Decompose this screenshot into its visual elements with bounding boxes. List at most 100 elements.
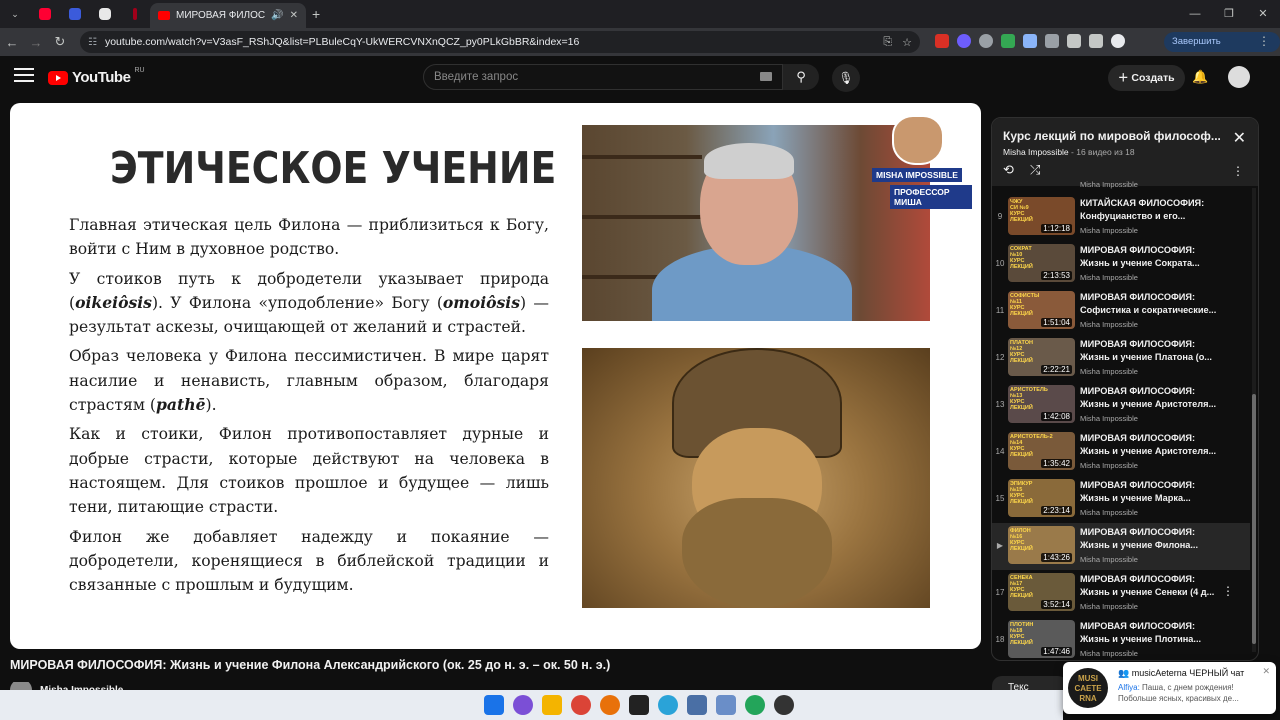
- cartoon-portrait-icon: [892, 115, 944, 165]
- voice-search-button[interactable]: 🎙: [832, 64, 860, 92]
- maximize-icon[interactable]: ❐: [1212, 0, 1246, 28]
- logo-text: YouTube: [72, 69, 131, 86]
- app-icon[interactable]: [629, 695, 649, 715]
- item-menu-icon[interactable]: ⋮: [1222, 584, 1234, 598]
- minimize-icon[interactable]: —: [1178, 0, 1212, 28]
- list-item[interactable]: 12 ПЛАТОН №12 КУРС ЛЕКЦИЙ 2:22:21 МИРОВАЯ…: [992, 335, 1250, 382]
- bookmark-star-icon[interactable]: ☆: [902, 36, 912, 49]
- list-item-title: МИРОВАЯ ФИЛОСОФИЯ: Жизнь и учение Аристо…: [1080, 433, 1217, 456]
- keyboard-icon[interactable]: [760, 72, 772, 81]
- extension-icon[interactable]: [935, 34, 949, 48]
- url-text: youtube.com/watch?v=V3asF_RShJQ&list=PLB…: [104, 36, 580, 48]
- video-player[interactable]: ЭТИЧЕСКОЕ УЧЕНИЕ Главная этическая цель …: [10, 103, 981, 649]
- now-playing-icon: ▶: [996, 541, 1004, 550]
- list-item-current[interactable]: ▶ ФИЛОН №16 КУРС ЛЕКЦИЙ 1:43:26 МИРОВАЯ Ф…: [992, 523, 1250, 570]
- site-info-icon[interactable]: ☷: [88, 37, 97, 48]
- list-item[interactable]: 13 АРИСТОТЕЛЬ №13 КУРС ЛЕКЦИЙ 1:42:08 МИР…: [992, 382, 1250, 429]
- list-item[interactable]: 18 ПЛОТИН №18 КУРС ЛЕКЦИЙ 1:47:46 МИРОВАЯ…: [992, 617, 1250, 660]
- close-tab-icon[interactable]: ✕: [290, 10, 298, 21]
- list-item[interactable]: 15 ЭПИКУР №15 КУРС ЛЕКЦИЙ 2:23:14 МИРОВАЯ…: [992, 476, 1250, 523]
- list-item[interactable]: 11 СОФИСТЫ №11 КУРС ЛЕКЦИЙ 1:51:04 МИРОВА…: [992, 288, 1250, 335]
- thumbnail-label: ПЛАТОН №12 КУРС ЛЕКЦИЙ: [1010, 340, 1033, 364]
- search-button[interactable]: ⚲: [783, 64, 819, 90]
- start-icon[interactable]: [484, 695, 504, 715]
- playlist-title[interactable]: Курс лекций по мировой философ...: [1003, 129, 1225, 143]
- tab-youtube-1[interactable]: [30, 0, 60, 28]
- close-icon[interactable]: ✕: [1262, 666, 1270, 677]
- speaker-icon[interactable]: 🔊: [271, 10, 283, 21]
- extension-icon[interactable]: [1023, 34, 1037, 48]
- chrome-icon[interactable]: [571, 695, 591, 715]
- reload-icon[interactable]: ↻: [48, 34, 72, 50]
- menu-icon[interactable]: [14, 68, 34, 86]
- list-item-index: 15: [995, 494, 1005, 503]
- duration-badge: 1:51:04: [1041, 318, 1072, 327]
- list-item-title: МИРОВАЯ ФИЛОСОФИЯ: Жизнь и учение Марка.…: [1080, 480, 1196, 503]
- profile-icon[interactable]: [1111, 34, 1125, 48]
- puzzle-icon[interactable]: [1067, 34, 1081, 48]
- playlist-channel[interactable]: Misha Impossible: [1003, 147, 1069, 157]
- app-icon[interactable]: [745, 695, 765, 715]
- telegram-icon[interactable]: [658, 695, 678, 715]
- list-item[interactable]: 9 ЧЖУ СИ №9 КУРС ЛЕКЦИЙ 1:12:18 КИТАЙСКАЯ…: [992, 194, 1250, 241]
- extension-icon[interactable]: [979, 34, 993, 48]
- thumbnail-label: ЧЖУ СИ №9 КУРС ЛЕКЦИЙ: [1010, 199, 1033, 223]
- tab-instagram[interactable]: [90, 0, 120, 28]
- search-input[interactable]: Введите запрос: [423, 64, 783, 90]
- list-item-index: 9: [997, 212, 1003, 221]
- video-title: МИРОВАЯ ФИЛОСОФИЯ: Жизнь и учение Филона…: [10, 658, 611, 672]
- tab-youtube-2[interactable]: [120, 0, 150, 28]
- back-icon[interactable]: ←: [0, 35, 24, 50]
- youtube-logo[interactable]: YouTube RU: [48, 67, 145, 86]
- app-icon[interactable]: [774, 695, 794, 715]
- tab-title: МИРОВАЯ ФИЛОСОФИЯ:: [176, 10, 265, 21]
- extension-icon[interactable]: [957, 34, 971, 48]
- list-item-title: МИРОВАЯ ФИЛОСОФИЯ: Жизнь и учение Сократ…: [1080, 245, 1200, 268]
- badge-line-1: MISHA IMPOSSIBLE: [872, 168, 962, 182]
- list-item[interactable]: 10 СОКРАТ №10 КУРС ЛЕКЦИЙ 2:13:53 МИРОВАЯ…: [992, 241, 1250, 288]
- close-icon[interactable]: ✕: [1233, 128, 1246, 148]
- engraving-beard: [682, 498, 832, 608]
- playlist-scrollbar[interactable]: [1252, 188, 1256, 652]
- list-item-channel: Misha Impossible: [1080, 226, 1138, 235]
- app-icon[interactable]: [687, 695, 707, 715]
- slide-term: oikeiôsis: [75, 292, 152, 312]
- list-item-channel: Misha Impossible: [1080, 649, 1138, 658]
- thumbnail-label: СЕНЕКА №17 КУРС ЛЕКЦИЙ: [1010, 575, 1033, 599]
- list-item[interactable]: 17 СЕНЕКА №17 КУРС ЛЕКЦИЙ 3:52:14 МИРОВАЯ…: [992, 570, 1250, 617]
- list-item-thumbnail: СОФИСТЫ №11 КУРС ЛЕКЦИЙ 1:51:04: [1008, 291, 1075, 329]
- notification-toast[interactable]: MUSI CAETE RNA 👥 musicAeterna ЧЕРНЫЙ чат…: [1063, 662, 1276, 714]
- close-window-icon[interactable]: ✕: [1246, 0, 1280, 28]
- thumbnail-label: СОФИСТЫ №11 КУРС ЛЕКЦИЙ: [1010, 293, 1040, 317]
- address-bar[interactable]: ☷ youtube.com/watch?v=V3asF_RShJQ&list=P…: [80, 31, 920, 53]
- more-options-icon[interactable]: ⋮: [1232, 164, 1244, 178]
- app-icon[interactable]: [716, 695, 736, 715]
- new-tab-button[interactable]: +: [312, 6, 320, 22]
- tab-extension[interactable]: [60, 0, 90, 28]
- extension-icon[interactable]: [1045, 34, 1059, 48]
- forward-icon[interactable]: →: [24, 35, 48, 50]
- tab-active[interactable]: МИРОВАЯ ФИЛОСОФИЯ: 🔊 ✕: [150, 3, 306, 28]
- list-item[interactable]: 14 АРИСТОТЕЛЬ-2 №14 КУРС ЛЕКЦИЙ 1:35:42 М…: [992, 429, 1250, 476]
- list-item-index: 11: [995, 306, 1005, 315]
- media-icon[interactable]: [1089, 34, 1103, 48]
- create-button[interactable]: ＋ Создать: [1108, 65, 1185, 91]
- install-app-icon[interactable]: ⎘: [883, 36, 892, 49]
- duration-badge: 2:13:53: [1041, 271, 1072, 280]
- philo-engraving-image: [582, 348, 930, 608]
- loop-icon[interactable]: ⟲: [1003, 162, 1014, 178]
- folder-icon[interactable]: [542, 695, 562, 715]
- list-item-index: 18: [995, 635, 1005, 644]
- browser-menu-icon[interactable]: ⋮: [1258, 34, 1270, 48]
- browser-icon[interactable]: [600, 695, 620, 715]
- notifications-bell-icon[interactable]: 🔔: [1192, 69, 1208, 85]
- scrollbar-thumb[interactable]: [1252, 394, 1256, 644]
- account-avatar[interactable]: [1228, 66, 1250, 88]
- shuffle-icon[interactable]: ⤮: [1030, 162, 1040, 178]
- copilot-icon[interactable]: [513, 695, 533, 715]
- playlist-panel: Курс лекций по мировой философ... Misha …: [991, 117, 1259, 661]
- extension-icon[interactable]: [1001, 34, 1015, 48]
- tab-list-button[interactable]: ⌄: [0, 0, 30, 28]
- list-item-index: 17: [995, 588, 1005, 597]
- list-item-channel: Misha Impossible: [1080, 414, 1138, 423]
